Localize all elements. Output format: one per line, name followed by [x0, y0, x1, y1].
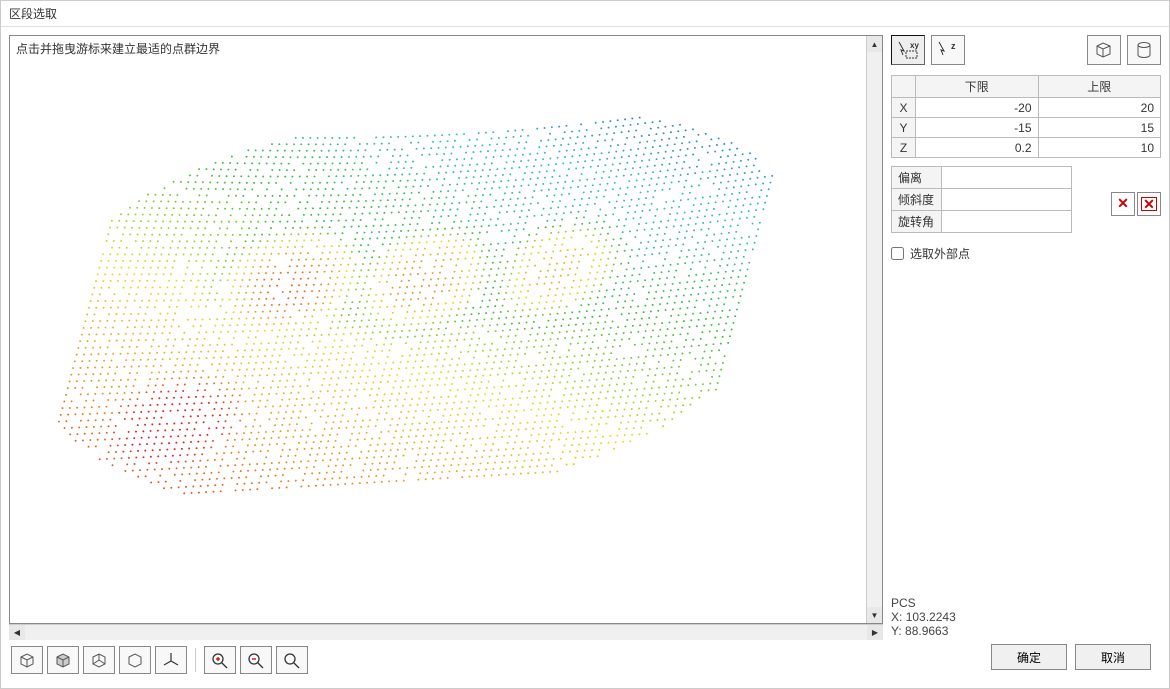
viewport-hint: 点击并拖曳游标来建立最适的点群边界	[16, 40, 220, 57]
params-table: 偏离 倾斜度 旋转角	[891, 166, 1072, 233]
view-iso2-button[interactable]	[47, 646, 79, 674]
limits-lower-header: 下限	[916, 76, 1039, 98]
svg-text:z: z	[951, 41, 956, 51]
z-upper-cell[interactable]: 10	[1038, 138, 1161, 158]
y-upper-cell[interactable]: 15	[1038, 118, 1161, 138]
axis-z-label: Z	[892, 138, 916, 158]
zoom-fit-button[interactable]	[276, 646, 308, 674]
viewport-3d[interactable]: 点击并拖曳游标来建立最适的点群边界	[10, 36, 866, 623]
axis-x-label: X	[892, 98, 916, 118]
z-lower-cell[interactable]: 0.2	[916, 138, 1039, 158]
viewport-container: 点击并拖曳游标来建立最适的点群边界 ▲ ▼	[9, 35, 883, 624]
scroll-left-icon[interactable]: ◀	[9, 625, 25, 640]
scroll-up-icon[interactable]: ▲	[867, 36, 882, 52]
horizontal-scrollbar[interactable]: ◀ ▶	[9, 624, 883, 640]
status-y-label: Y:	[891, 624, 902, 638]
rotation-cell[interactable]	[942, 211, 1072, 233]
x-upper-cell[interactable]: 20	[1038, 98, 1161, 118]
shape-box-button[interactable]	[1087, 35, 1121, 65]
x-lower-cell[interactable]: -20	[916, 98, 1039, 118]
scroll-track[interactable]	[25, 625, 867, 640]
tilt-cell[interactable]	[942, 189, 1072, 211]
limits-corner	[892, 76, 916, 98]
view-iso1-button[interactable]	[11, 646, 43, 674]
limits-upper-header: 上限	[1038, 76, 1161, 98]
view-iso4-button[interactable]	[119, 646, 151, 674]
axis-y-label: Y	[892, 118, 916, 138]
scroll-down-icon[interactable]: ▼	[867, 607, 882, 623]
cs-label: PCS	[891, 596, 1161, 610]
clear-button[interactable]: ✕	[1111, 192, 1135, 216]
vertical-scrollbar[interactable]: ▲ ▼	[866, 36, 882, 623]
status-x-value: 103.2243	[906, 610, 956, 624]
view-toolbar	[9, 640, 883, 680]
shape-cylinder-button[interactable]	[1127, 35, 1161, 65]
svg-text:xy: xy	[910, 41, 919, 50]
y-lower-cell[interactable]: -15	[916, 118, 1039, 138]
pointcloud-render	[10, 36, 866, 623]
cancel-button[interactable]: 取消	[1075, 644, 1151, 670]
select-z-button[interactable]: z	[931, 35, 965, 65]
window-title: 区段选取	[9, 7, 57, 21]
ok-button[interactable]: 确定	[991, 644, 1067, 670]
view-axes-button[interactable]	[155, 646, 187, 674]
status-readout: PCS X: 103.2243 Y: 88.9663	[891, 592, 1161, 638]
toolbar-separator	[195, 648, 196, 672]
deviation-cell[interactable]	[942, 167, 1072, 189]
select-outer-checkbox[interactable]	[891, 247, 904, 260]
limits-table: 下限 上限 X -20 20 Y -15 15 Z 0.2 10	[891, 75, 1161, 158]
select-xy-button[interactable]: xy	[891, 35, 925, 65]
status-y-value: 88.9663	[905, 624, 948, 638]
deviation-label: 偏离	[892, 167, 942, 189]
status-x-label: X:	[891, 610, 902, 624]
zoom-in-button[interactable]	[204, 646, 236, 674]
title-bar: 区段选取	[1, 1, 1169, 27]
zoom-out-button[interactable]	[240, 646, 272, 674]
select-outer-label: 选取外部点	[910, 245, 970, 262]
scroll-right-icon[interactable]: ▶	[867, 625, 883, 640]
clear-all-button[interactable]: ✕	[1137, 192, 1161, 216]
tilt-label: 倾斜度	[892, 189, 942, 211]
view-iso3-button[interactable]	[83, 646, 115, 674]
rotation-label: 旋转角	[892, 211, 942, 233]
